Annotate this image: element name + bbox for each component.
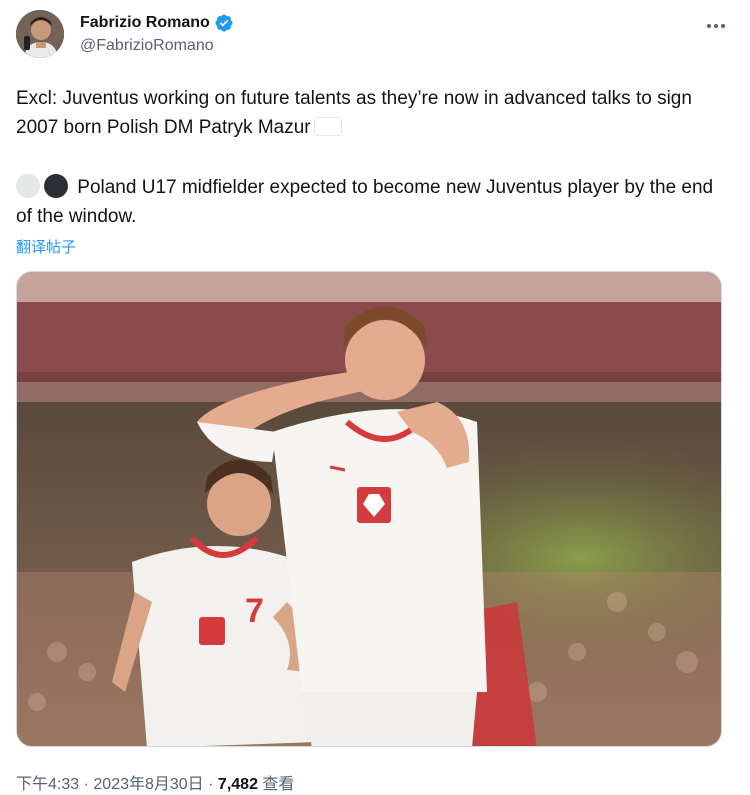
tweet-meta: 下午4:33 · 2023年8月30日 · 7,482 查看 xyxy=(16,770,294,794)
display-name[interactable]: Fabrizio Romano xyxy=(80,14,210,32)
tweet-line-1: Excl: Juventus working on future talents… xyxy=(16,88,692,138)
tweet-header: Fabrizio Romano @FabrizioRomano xyxy=(16,10,734,62)
shirt-number: 7 xyxy=(245,592,264,630)
verified-badge-icon xyxy=(214,13,234,33)
handle[interactable]: @FabrizioRomano xyxy=(80,37,234,55)
views-count: 7,482 xyxy=(217,776,258,793)
avatar-image xyxy=(16,10,64,58)
views-label: 查看 xyxy=(262,776,295,793)
tweet-text: Excl: Juventus working on future talents… xyxy=(16,84,732,231)
meta-separator: · xyxy=(83,776,89,793)
football-celebration-photo: 7 xyxy=(17,272,721,746)
more-dots-icon[interactable] xyxy=(702,12,730,40)
white-circle-icon xyxy=(16,174,40,198)
black-circle-icon xyxy=(44,174,68,198)
tweet-paragraph-1: Excl: Juventus working on future talents… xyxy=(16,84,732,142)
avatar[interactable] xyxy=(16,10,64,58)
poland-flag-icon xyxy=(315,118,341,135)
tweet-photo[interactable]: 7 xyxy=(16,271,722,747)
tweet-date[interactable]: 2023年8月30日 xyxy=(93,776,203,793)
tweet-line-2: Poland U17 midfielder expected to become… xyxy=(16,177,714,227)
tweet-paragraph-2: Poland U17 midfielder expected to become… xyxy=(16,173,732,231)
meta-separator: · xyxy=(208,776,214,793)
tweet-time[interactable]: 下午4:33 xyxy=(16,776,79,793)
translate-post-link[interactable]: 翻译帖子 xyxy=(16,236,76,257)
